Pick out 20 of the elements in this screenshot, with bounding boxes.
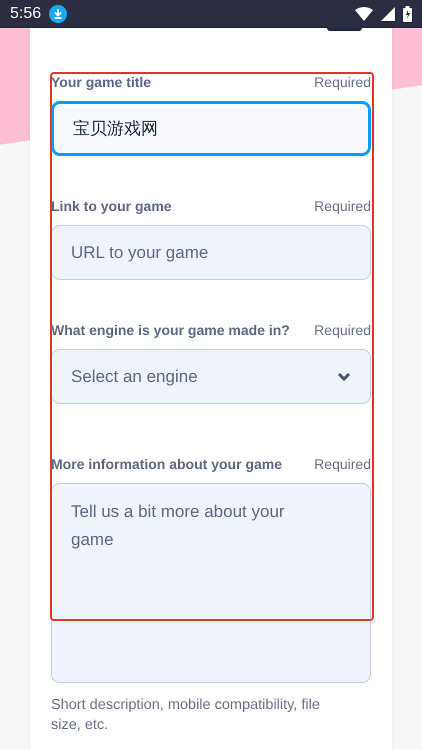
required-note: Required: [314, 73, 371, 92]
required-note: Required: [314, 455, 371, 474]
help-text: Short description, mobile compatibility, file size, etc.: [51, 696, 321, 735]
signal-icon: [381, 7, 395, 21]
engine-dropdown[interactable]: Select an engine: [51, 349, 371, 404]
dark-button[interactable]: [327, 28, 362, 31]
status-time: 5:56: [10, 4, 42, 24]
text-area[interactable]: Tell us a bit more about your game: [51, 483, 371, 683]
chevron-down-icon: [337, 372, 351, 382]
field-label: Your game title: [51, 73, 152, 92]
download-icon: [49, 5, 68, 23]
input-field[interactable]: 宝贝游戏网: [51, 101, 371, 156]
required-note: Required: [314, 321, 371, 340]
field-label: Link to your game: [51, 197, 172, 216]
field-label: What engine is your game made in?: [51, 321, 290, 340]
required-note: Required: [314, 197, 371, 216]
wifi-icon: [355, 7, 373, 21]
battery-icon: [403, 6, 412, 22]
input-field[interactable]: URL to your game: [51, 225, 371, 280]
field-label: More information about your game: [51, 455, 282, 474]
